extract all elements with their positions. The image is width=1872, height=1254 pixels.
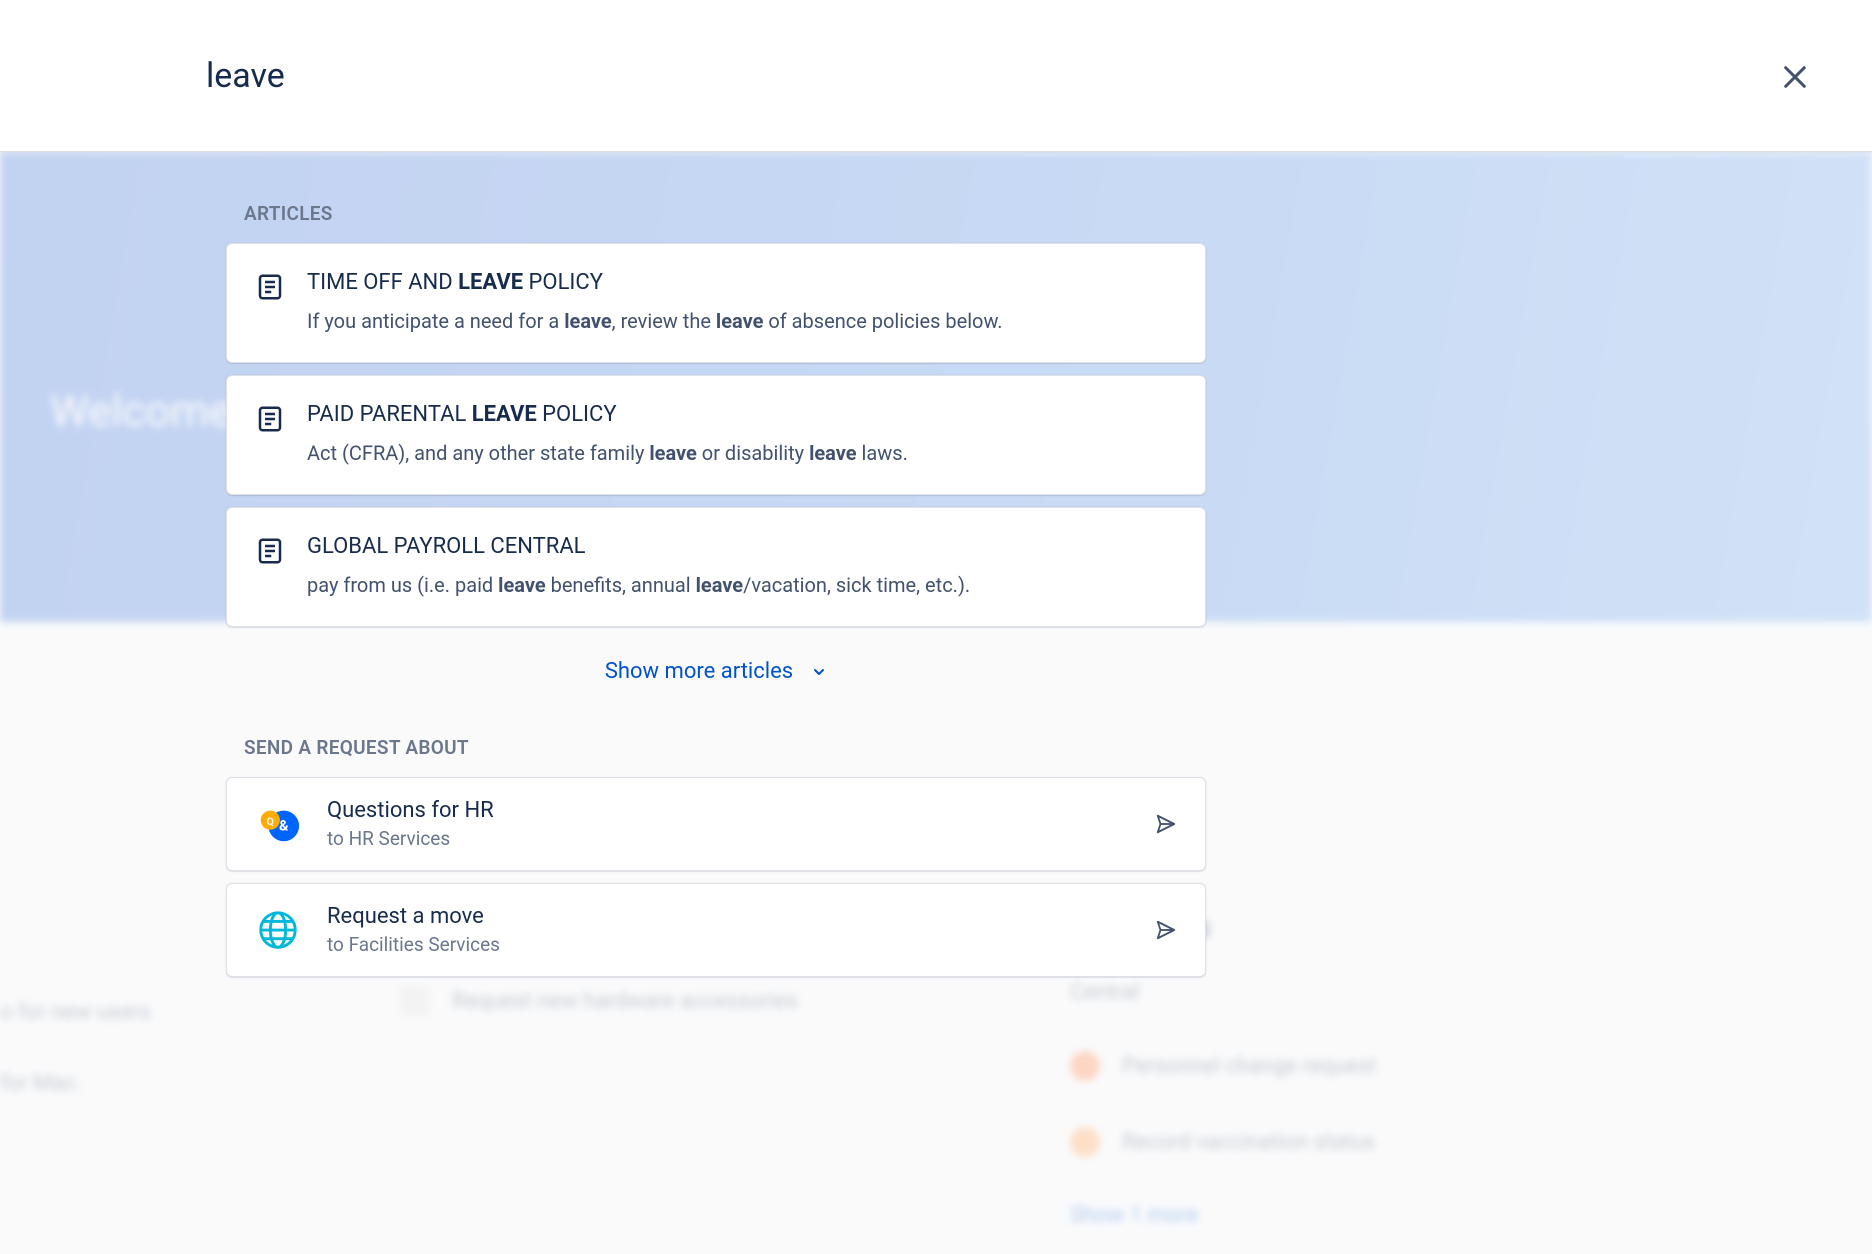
svg-text:&: &	[279, 818, 289, 835]
article-snippet: Act (CFRA), and any other state family l…	[307, 439, 1177, 468]
search-modal: ARTICLES TIME OFF AND LEAVE POLICY If yo…	[0, 0, 1872, 1254]
request-dest: to Facilities Services	[327, 933, 1129, 956]
article-result[interactable]: PAID PARENTAL LEAVE POLICY Act (CFRA), a…	[226, 375, 1206, 495]
article-snippet: pay from us (i.e. paid leave benefits, a…	[307, 571, 1177, 600]
send-icon	[1155, 919, 1177, 941]
request-item[interactable]: Request a move to Facilities Services	[226, 883, 1206, 977]
close-icon	[1781, 63, 1809, 91]
send-icon	[1155, 813, 1177, 835]
article-title: GLOBAL PAYROLL CENTRAL	[307, 534, 1177, 559]
article-snippet: If you anticipate a need for a leave, re…	[307, 307, 1177, 336]
article-icon	[255, 404, 285, 434]
request-item[interactable]: & Q Questions for HR to HR Services	[226, 777, 1206, 871]
article-result[interactable]: GLOBAL PAYROLL CENTRAL pay from us (i.e.…	[226, 507, 1206, 627]
show-more-articles[interactable]: Show more articles	[226, 659, 1206, 684]
article-title: TIME OFF AND LEAVE POLICY	[307, 270, 1177, 295]
search-input[interactable]	[206, 56, 1666, 96]
show-more-label: Show more articles	[605, 659, 793, 684]
globe-icon	[255, 907, 301, 953]
article-icon	[255, 272, 285, 302]
request-dest: to HR Services	[327, 827, 1129, 850]
request-section-label: SEND A REQUEST ABOUT	[244, 736, 1206, 759]
close-button[interactable]	[1773, 55, 1817, 99]
chevron-down-icon	[811, 664, 827, 680]
search-results: ARTICLES TIME OFF AND LEAVE POLICY If yo…	[226, 152, 1206, 977]
article-result[interactable]: TIME OFF AND LEAVE POLICY If you anticip…	[226, 243, 1206, 363]
articles-label: ARTICLES	[244, 202, 1206, 225]
article-icon	[255, 536, 285, 566]
article-title: PAID PARENTAL LEAVE POLICY	[307, 402, 1177, 427]
svg-text:Q: Q	[267, 815, 274, 828]
search-bar	[0, 0, 1872, 152]
qa-icon: & Q	[255, 801, 301, 847]
request-title: Questions for HR	[327, 798, 1129, 823]
request-title: Request a move	[327, 904, 1129, 929]
